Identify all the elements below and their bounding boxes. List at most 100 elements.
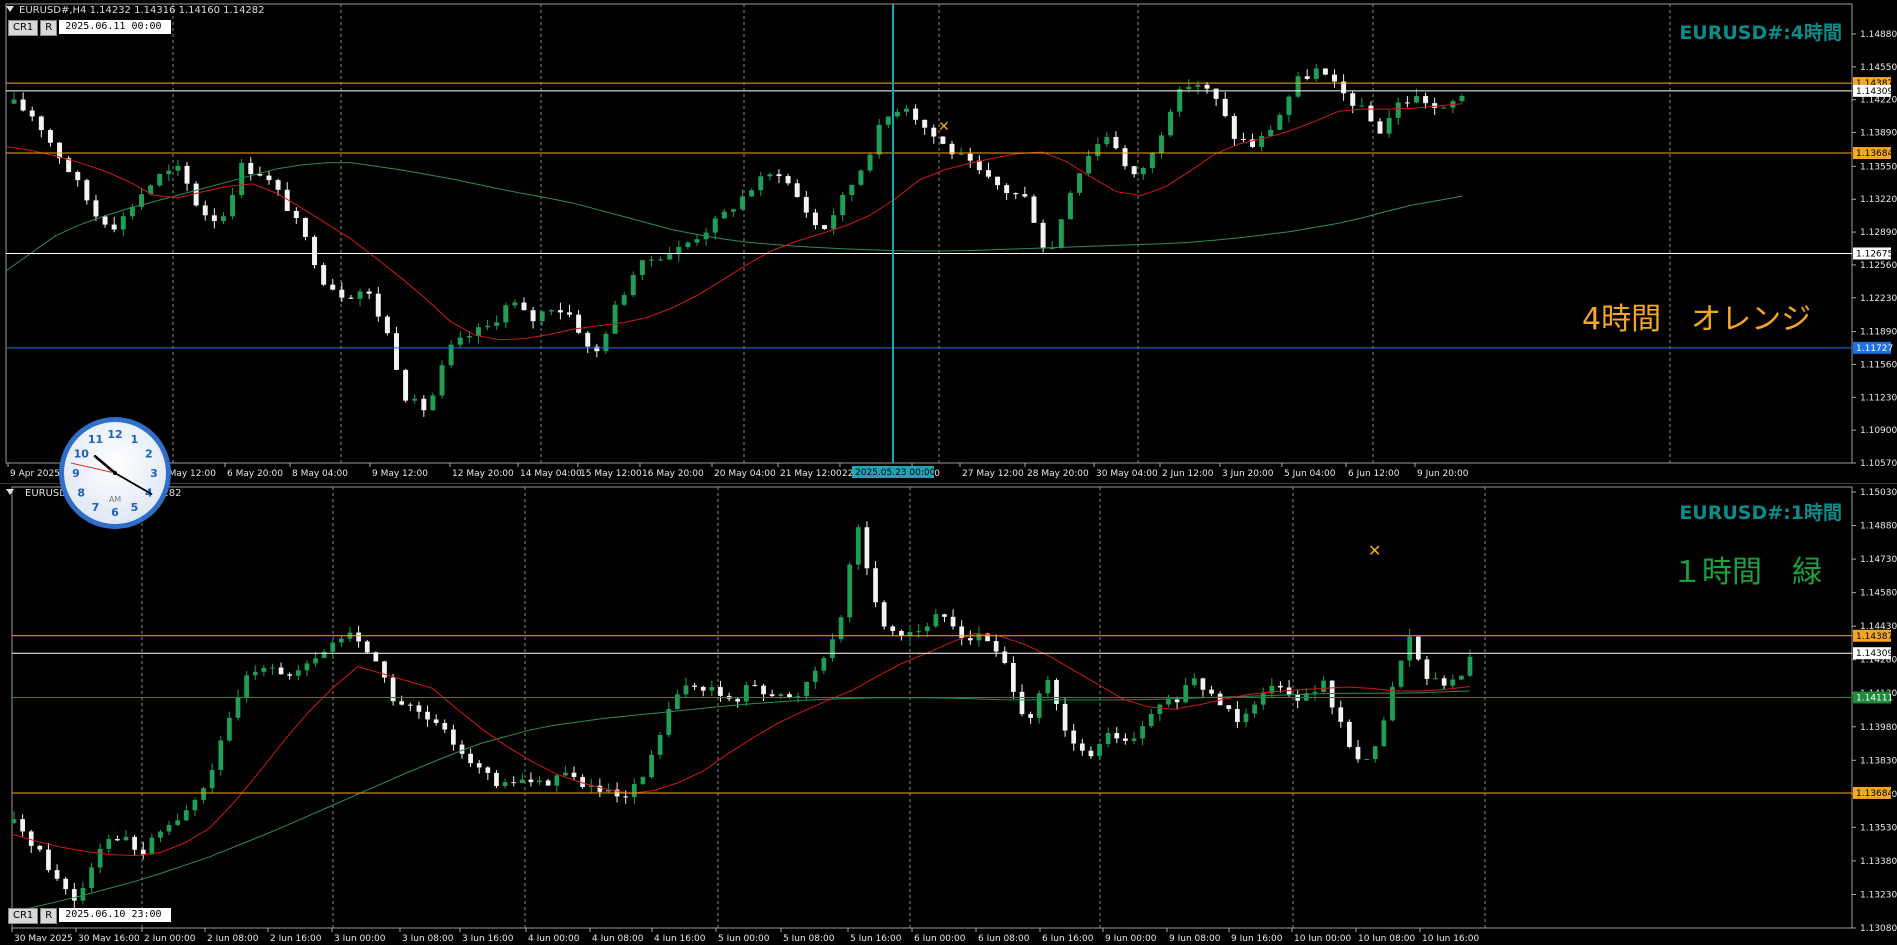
candle-body: [287, 674, 293, 676]
candle-body: [1321, 680, 1326, 692]
clock-number: 5: [131, 501, 139, 514]
candle-body: [867, 154, 873, 171]
candle-body: [339, 638, 344, 643]
candle-body: [321, 265, 327, 285]
candle-body: [519, 779, 525, 784]
candle-body: [1459, 675, 1464, 680]
candle-body: [958, 153, 964, 155]
candle-body: [1407, 636, 1413, 661]
candle-body: [1157, 704, 1163, 715]
price-line-label: 1.14387: [1856, 632, 1893, 642]
y-tick-label: 1.15030: [1860, 488, 1897, 498]
candle-body: [985, 170, 991, 177]
annotation-h4: 4時間 オレンジ: [1582, 302, 1812, 337]
r-button[interactable]: R: [40, 908, 58, 924]
candle-body: [849, 184, 855, 196]
candle-body: [1186, 86, 1192, 90]
x-tick-label: 28 May 20:00: [1027, 469, 1089, 479]
candle-body: [89, 867, 94, 889]
candle-body: [261, 667, 267, 672]
chart-pane-h4[interactable]: 1.14880 1.14550 1.14220 1.13890 1.13550 1.132…: [0, 0, 1897, 483]
candle-body: [451, 729, 456, 745]
price-line-label: 1.12675: [1856, 249, 1893, 259]
candle-body: [442, 723, 448, 730]
cr1-button[interactable]: CR1: [8, 908, 39, 924]
candle-body: [778, 694, 784, 697]
candle-body: [270, 667, 275, 669]
candle-body: [648, 259, 654, 261]
x-tick-label: 30 May 2025: [14, 934, 73, 941]
candle-body: [812, 670, 818, 682]
x-tick-label: 10 Jun 00:00: [1294, 934, 1351, 941]
candle-body: [804, 681, 809, 697]
x-tick-label: 9 Jun 20:00: [1417, 469, 1469, 479]
y-tick-label: 1.12230: [1860, 294, 1897, 304]
candle-body: [539, 311, 545, 322]
candle-body: [209, 769, 215, 789]
candle-body: [421, 398, 427, 411]
candle-body: [623, 796, 629, 798]
candle-body: [399, 701, 405, 705]
candle-body: [903, 108, 909, 112]
x-tick-label: 5 Jun 00:00: [718, 934, 770, 941]
marker-icon: ✕: [938, 119, 950, 135]
collapse-triangle-icon[interactable]: [6, 6, 14, 12]
candle-body: [295, 670, 301, 676]
candle-body: [1424, 659, 1430, 679]
candle-body: [735, 698, 741, 702]
candle-body: [794, 183, 800, 198]
date-input[interactable]: 2025.06.10 23:00: [59, 908, 172, 922]
r-button[interactable]: R: [40, 20, 58, 36]
candle-body: [1231, 116, 1237, 139]
y-tick-label: 1.13890: [1860, 129, 1897, 139]
x-tick-label: 3 Jun 16:00: [462, 934, 514, 941]
candle-body: [521, 302, 527, 311]
collapse-triangle-icon[interactable]: [6, 489, 14, 495]
chart-h1-svg[interactable]: 1.150301.148801.147301.145801.144301.142…: [0, 484, 1897, 944]
candle-body: [494, 322, 500, 326]
x-tick-label: 8 May 04:00: [292, 469, 348, 479]
date-input[interactable]: 2025.06.11 00:00: [59, 20, 172, 34]
candle-body: [666, 708, 672, 735]
y-tick-label: 1.14880: [1860, 522, 1897, 532]
candle-body: [585, 332, 591, 347]
x-tick-label: 3 Jun 08:00: [402, 934, 454, 941]
candle-body: [71, 889, 77, 901]
candle-body: [1441, 678, 1447, 686]
candle-body: [407, 704, 413, 706]
candle-body: [576, 314, 582, 333]
candle-body: [230, 195, 236, 217]
candle-body: [201, 788, 206, 800]
candle-body: [657, 734, 663, 755]
candle-body: [1004, 185, 1010, 194]
candle-body: [1131, 166, 1137, 175]
candle-body: [667, 254, 673, 260]
chart-h4-svg[interactable]: 1.14880 1.14550 1.14220 1.13890 1.13550 1.132…: [0, 0, 1897, 483]
candle-body: [712, 218, 718, 233]
price-line-label: 1.14309: [1856, 649, 1893, 659]
x-tick-label: 2 Jun 12:00: [1162, 469, 1214, 479]
candle-body: [924, 626, 930, 632]
clock-widget[interactable]: 121234567891011 AM: [57, 415, 173, 531]
y-tick-label: 1.11230: [1860, 393, 1897, 403]
x-tick-label: 10 Jun 08:00: [1358, 934, 1415, 941]
candle-body: [1031, 196, 1037, 223]
y-tick-label: 1.14550: [1860, 63, 1897, 73]
candle-body: [278, 667, 284, 675]
chart-title-h4: EURUSD#:4時間: [1679, 22, 1842, 44]
candle-body: [175, 820, 181, 825]
x-tick-label: 4 Jun 16:00: [654, 934, 706, 941]
candle-body: [502, 782, 508, 787]
clock-number: 9: [72, 467, 80, 480]
candle-body: [1077, 173, 1082, 193]
chart-pane-h1[interactable]: 1.15030 1.14880 1.14730 1.14580 1.14430 1.142…: [0, 484, 1897, 944]
candle-body: [692, 685, 697, 687]
y-tick-label: 1.14730: [1860, 555, 1897, 565]
candle-body: [1364, 758, 1369, 760]
candle-body: [1095, 144, 1101, 157]
cr1-button[interactable]: CR1: [8, 20, 39, 36]
x-tick-label: 4 Jun 00:00: [528, 934, 580, 941]
candle-body: [1355, 746, 1361, 760]
candle-body: [631, 783, 637, 798]
candle-body: [158, 831, 163, 838]
